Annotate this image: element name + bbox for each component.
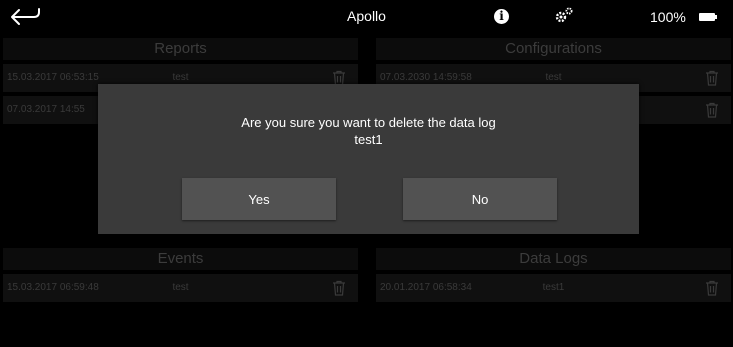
dialog-message-line1: Are you sure you want to delete the data… [241, 115, 496, 130]
dialog-message-item-name: test1 [354, 132, 383, 147]
yes-button[interactable]: Yes [182, 178, 336, 220]
battery-icon [699, 13, 717, 21]
configurations-header[interactable]: Configurations [376, 38, 731, 60]
gear-icon[interactable] [554, 6, 574, 24]
delete-confirmation-dialog: Are you sure you want to delete the data… [98, 84, 639, 234]
events-header[interactable]: Events [3, 248, 358, 270]
no-button[interactable]: No [403, 178, 557, 220]
item-name: test1 [542, 282, 565, 293]
trash-icon[interactable] [705, 102, 719, 118]
list-item[interactable]: 20.01.2017 06:58:34 test1 [376, 274, 731, 302]
app-title: Apollo [347, 8, 386, 24]
item-date: 07.03.2017 14:55 [7, 104, 85, 115]
reports-header[interactable]: Reports [3, 38, 358, 60]
info-icon[interactable]: i [494, 9, 509, 24]
item-name: test [172, 282, 189, 293]
events-panel: Events 15.03.2017 06:59:48 test [3, 248, 358, 302]
trash-icon[interactable] [332, 280, 346, 296]
list-item[interactable]: 15.03.2017 06:59:48 test [3, 274, 358, 302]
battery-percentage: 100% [650, 9, 686, 25]
data-logs-header[interactable]: Data Logs [376, 248, 731, 270]
status-bar: Apollo i 100% [0, 0, 733, 34]
trash-icon[interactable] [705, 70, 719, 86]
trash-icon[interactable] [705, 280, 719, 296]
data-logs-panel: Data Logs 20.01.2017 06:58:34 test1 [376, 248, 731, 302]
dialog-message: Are you sure you want to delete the data… [98, 114, 639, 148]
